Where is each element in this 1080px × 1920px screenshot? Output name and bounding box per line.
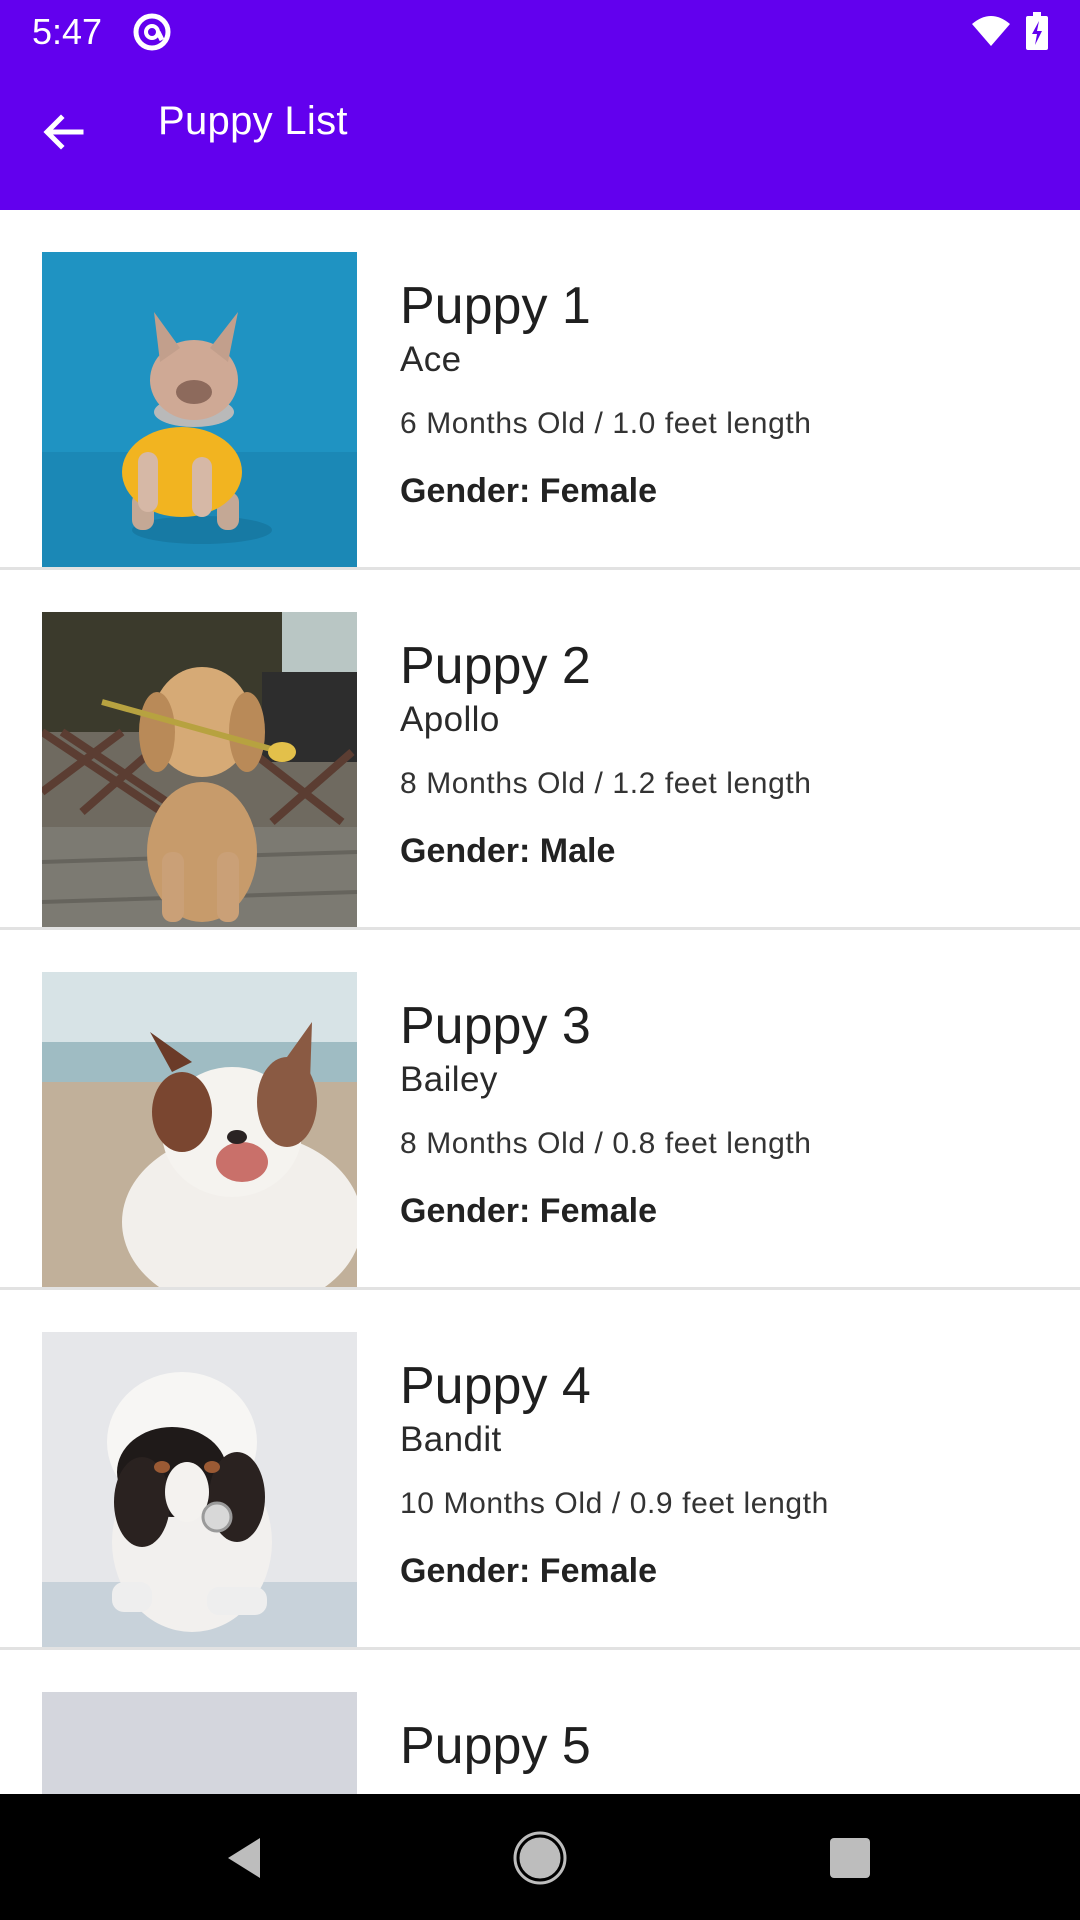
nav-back-icon[interactable] <box>220 1828 280 1888</box>
battery-charging-icon <box>1026 12 1048 50</box>
list-item[interactable]: Puppy 4 Bandit 10 Months Old / 0.9 feet … <box>0 1290 1080 1650</box>
cavalier-spaniel-photo <box>42 1332 357 1647</box>
puppy-info: Puppy 4 Bandit 10 Months Old / 0.9 feet … <box>400 1356 1040 1592</box>
puppy-gender: Gender: Female <box>400 1552 657 1590</box>
puppy-info: Puppy 3 Bailey 8 Months Old / 0.8 feet l… <box>400 996 1040 1232</box>
status-time: 5:47 <box>32 11 103 52</box>
list-item[interactable]: Puppy 1 Ace 6 Months Old / 1.0 feet leng… <box>0 210 1080 570</box>
puppy-info: Puppy 2 Apollo 8 Months Old / 1.2 feet l… <box>400 636 1040 872</box>
puppy-title: Puppy 2 <box>400 637 591 695</box>
puppy-info: Puppy 5 <box>400 1716 1040 1794</box>
toolbar: Puppy List <box>0 63 1080 210</box>
puppy-list[interactable]: Puppy 1 Ace 6 Months Old / 1.0 feet leng… <box>0 210 1080 1794</box>
nav-home-icon[interactable] <box>510 1828 570 1888</box>
puppy-title: Puppy 1 <box>400 277 591 335</box>
wifi-icon <box>972 16 1010 46</box>
toolbar-title: Puppy List <box>158 99 348 143</box>
puppy-title: Puppy 3 <box>400 997 591 1055</box>
golden-retriever-photo <box>42 612 357 927</box>
puppy-name: Bandit <box>400 1420 502 1459</box>
puppy-photo <box>42 1692 357 1794</box>
system-nav-bar <box>0 1794 1080 1920</box>
puppy-title: Puppy 4 <box>400 1357 591 1415</box>
puppy-name: Bailey <box>400 1060 498 1099</box>
arrow-back-icon <box>43 114 84 150</box>
puppy-title: Puppy 5 <box>400 1717 591 1775</box>
puppy-details: 8 Months Old / 1.2 feet length <box>400 767 812 800</box>
puppy-gender: Gender: Female <box>400 1192 657 1230</box>
puppy-info: Puppy 1 Ace 6 Months Old / 1.0 feet leng… <box>400 276 1040 512</box>
status-bar: 5:47 <box>0 0 1080 63</box>
puppy-details: 10 Months Old / 0.9 feet length <box>400 1487 829 1520</box>
french-bulldog-photo <box>42 252 357 567</box>
puppy-details: 8 Months Old / 0.8 feet length <box>400 1127 812 1160</box>
puppy-details: 6 Months Old / 1.0 feet length <box>400 407 812 440</box>
list-item[interactable]: Puppy 2 Apollo 8 Months Old / 1.2 feet l… <box>0 570 1080 930</box>
list-item[interactable]: Puppy 5 <box>0 1650 1080 1794</box>
puppy-name: Apollo <box>400 700 500 739</box>
nav-recents-icon[interactable] <box>820 1828 880 1888</box>
app-bar: 5:47 Puppy List <box>0 0 1080 210</box>
list-item[interactable]: Puppy 3 Bailey 8 Months Old / 0.8 feet l… <box>0 930 1080 1290</box>
at-sign-icon <box>133 13 171 51</box>
back-button[interactable] <box>20 89 106 175</box>
australian-shepherd-photo <box>42 972 357 1287</box>
puppy-name: Ace <box>400 340 462 379</box>
puppy-gender: Gender: Male <box>400 832 616 870</box>
puppy-gender: Gender: Female <box>400 472 657 510</box>
